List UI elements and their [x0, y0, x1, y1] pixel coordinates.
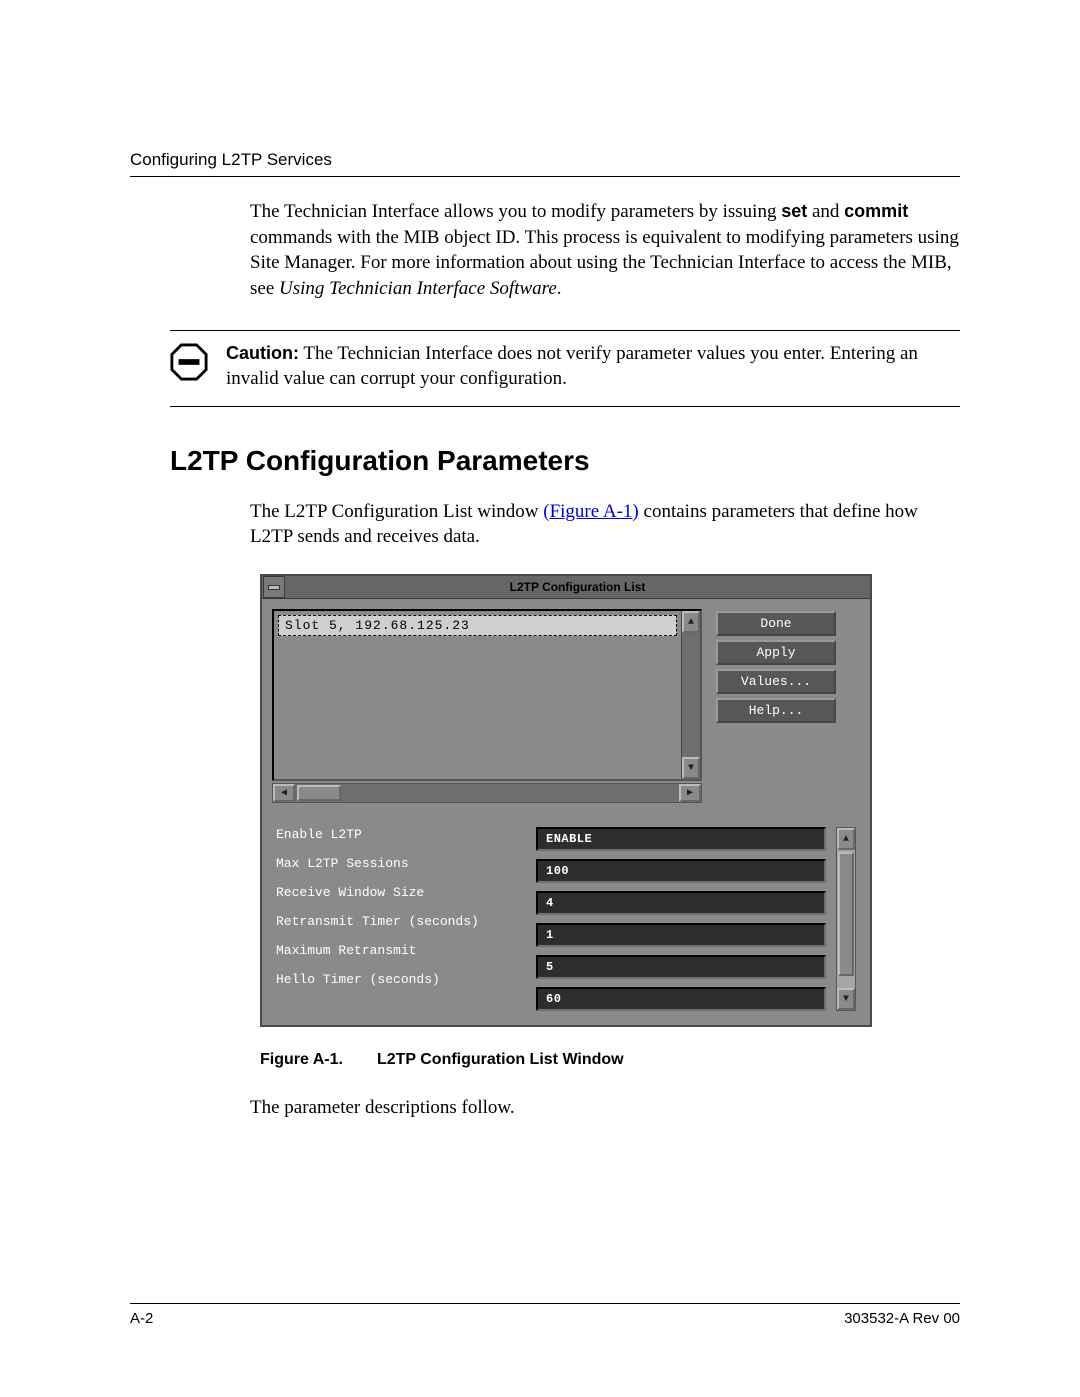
figure-caption: Figure A-1. L2TP Configuration List Windo…: [260, 1051, 960, 1069]
intro-text: The Technician Interface allows you to m…: [250, 201, 781, 222]
parameter-values: ENABLE 100 4 1 5 60: [536, 827, 826, 1011]
page-footer: A-2 303532-A Rev 00: [130, 1295, 960, 1327]
enable-l2tp-field[interactable]: ENABLE: [536, 827, 826, 851]
scroll-track[interactable]: [682, 633, 700, 757]
hello-timer-field[interactable]: 60: [536, 987, 826, 1011]
scroll-thumb[interactable]: [838, 852, 854, 976]
param-label: Hello Timer (seconds): [276, 972, 526, 987]
header-rule: [130, 176, 960, 177]
intro-text: and: [807, 201, 844, 222]
parameter-pane: Enable L2TP Max L2TP Sessions Receive Wi…: [262, 809, 870, 1025]
page-number: A-2: [130, 1310, 153, 1327]
params-vertical-scrollbar[interactable]: ▲ ▼: [836, 827, 856, 1011]
caution-text: Caution: The Technician Interface does n…: [226, 341, 960, 392]
param-label: Max L2TP Sessions: [276, 856, 526, 871]
follow-paragraph: The parameter descriptions follow.: [250, 1097, 960, 1119]
intro-paragraph: The Technician Interface allows you to m…: [250, 199, 960, 302]
caution-label: Caution:: [226, 343, 299, 363]
intro-set-cmd: set: [781, 201, 807, 221]
system-menu-icon[interactable]: [263, 576, 285, 598]
section-heading: L2TP Configuration Parameters: [170, 445, 960, 477]
scroll-up-icon[interactable]: ▲: [682, 611, 700, 633]
document-page: Configuring L2TP Services The Technician…: [0, 0, 1080, 1397]
retransmit-timer-field[interactable]: 1: [536, 923, 826, 947]
button-column: Done Apply Values... Help...: [716, 609, 836, 803]
footer-rule: [130, 1303, 960, 1304]
list-horizontal-scrollbar[interactable]: ◀ ▶: [272, 783, 702, 803]
param-label: Maximum Retransmit: [276, 943, 526, 958]
selected-list-row[interactable]: Slot 5, 192.68.125.23: [278, 615, 677, 636]
done-button[interactable]: Done: [716, 611, 836, 636]
list-area: Slot 5, 192.68.125.23 ▲ ▼ ◀ ▶: [272, 609, 702, 803]
caution-block: Caution: The Technician Interface does n…: [170, 330, 960, 407]
window-title: L2TP Configuration List: [285, 580, 870, 594]
warning-icon: [170, 343, 208, 381]
list-inner: Slot 5, 192.68.125.23: [274, 611, 681, 779]
caution-rule-top: [170, 330, 960, 331]
param-label: Retransmit Timer (seconds): [276, 914, 526, 929]
scroll-down-icon[interactable]: ▼: [682, 757, 700, 779]
receive-window-field[interactable]: 4: [536, 891, 826, 915]
scroll-track[interactable]: [837, 850, 855, 988]
caution-rule-bottom: [170, 406, 960, 407]
scroll-track[interactable]: [295, 784, 679, 802]
caution-body: The Technician Interface does not verify…: [226, 343, 918, 390]
scroll-left-icon[interactable]: ◀: [273, 784, 295, 802]
intro-commit-cmd: commit: [844, 201, 908, 221]
list-vertical-scrollbar[interactable]: ▲ ▼: [681, 611, 700, 779]
max-sessions-field[interactable]: 100: [536, 859, 826, 883]
l2tp-config-window: L2TP Configuration List Slot 5, 192.68.1…: [260, 574, 872, 1027]
scroll-right-icon[interactable]: ▶: [679, 784, 701, 802]
intro-book-title: Using Technician Interface Software: [279, 278, 557, 299]
caution-row: Caution: The Technician Interface does n…: [170, 341, 960, 392]
intro-text: .: [557, 278, 562, 299]
doc-number: 303532-A Rev 00: [844, 1310, 960, 1327]
values-button[interactable]: Values...: [716, 669, 836, 694]
window-titlebar: L2TP Configuration List: [262, 576, 870, 599]
body-text: The L2TP Configuration List window: [250, 501, 543, 522]
figure-number: Figure A-1.: [260, 1051, 343, 1068]
maximum-retransmit-field[interactable]: 5: [536, 955, 826, 979]
scroll-up-icon[interactable]: ▲: [837, 828, 855, 850]
scroll-thumb[interactable]: [297, 785, 341, 801]
window-upper-pane: Slot 5, 192.68.125.23 ▲ ▼ ◀ ▶: [262, 599, 870, 809]
param-label: Receive Window Size: [276, 885, 526, 900]
running-head: Configuring L2TP Services: [130, 150, 960, 170]
figure-link[interactable]: (Figure A-1): [543, 501, 639, 522]
apply-button[interactable]: Apply: [716, 640, 836, 665]
config-listbox[interactable]: Slot 5, 192.68.125.23 ▲ ▼: [272, 609, 702, 781]
figure-image: L2TP Configuration List Slot 5, 192.68.1…: [260, 574, 872, 1027]
figure-title: L2TP Configuration List Window: [377, 1051, 624, 1068]
param-label: Enable L2TP: [276, 827, 526, 842]
scroll-down-icon[interactable]: ▼: [837, 988, 855, 1010]
parameter-labels: Enable L2TP Max L2TP Sessions Receive Wi…: [276, 827, 526, 1011]
help-button[interactable]: Help...: [716, 698, 836, 723]
body-paragraph: The L2TP Configuration List window (Figu…: [250, 499, 960, 550]
